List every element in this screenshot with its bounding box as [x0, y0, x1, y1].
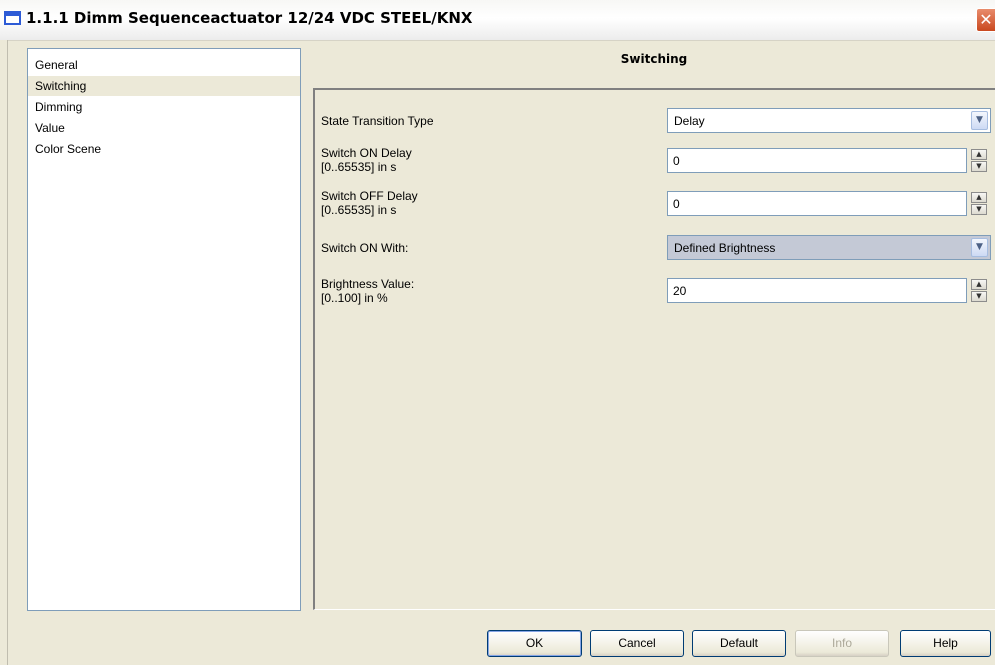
switch-on-delay-value: 0 [673, 154, 680, 168]
close-icon: ✕ [979, 10, 993, 29]
switch-off-delay-label-line1: Switch OFF Delay [321, 189, 418, 203]
state-transition-label: State Transition Type [321, 114, 434, 128]
switch-on-delay-spinner[interactable]: ▲ ▼ [971, 149, 989, 174]
spin-down-icon[interactable]: ▼ [971, 204, 987, 215]
brightness-value-value: 20 [673, 284, 687, 298]
nav-item-general[interactable]: General [28, 55, 300, 75]
chevron-down-icon[interactable]: ▼ [971, 238, 988, 257]
nav-item-color-scene[interactable]: Color Scene [28, 139, 300, 159]
switch-off-delay-spinner[interactable]: ▲ ▼ [971, 192, 989, 217]
brightness-value-input[interactable]: 20 [667, 278, 967, 303]
switch-off-delay-input[interactable]: 0 [667, 191, 967, 216]
switch-off-delay-value: 0 [673, 197, 680, 211]
window-frame-left [0, 40, 8, 665]
nav-item-dimming[interactable]: Dimming [28, 97, 300, 117]
brightness-value-label-line1: Brightness Value: [321, 277, 415, 291]
parameter-nav-list: General Switching Dimming Value Color Sc… [27, 48, 301, 611]
switch-on-with-select[interactable]: Defined Brightness ▼ [667, 235, 991, 260]
info-button[interactable]: Info [795, 630, 889, 657]
window-icon [4, 11, 21, 25]
switch-on-delay-label-line2: [0..65535] in s [321, 160, 397, 174]
state-transition-select[interactable]: Delay ▼ [667, 108, 991, 133]
spin-up-icon[interactable]: ▲ [971, 149, 987, 160]
nav-item-value[interactable]: Value [28, 118, 300, 138]
title-bar: 1.1.1 Dimm Sequenceactuator 12/24 VDC ST… [0, 0, 995, 41]
spin-down-icon[interactable]: ▼ [971, 291, 987, 302]
window-title: 1.1.1 Dimm Sequenceactuator 12/24 VDC ST… [26, 9, 473, 27]
panel-title: Switching [620, 52, 688, 66]
switch-on-delay-input[interactable]: 0 [667, 148, 967, 173]
nav-item-switching[interactable]: Switching [28, 76, 300, 96]
brightness-value-spinner[interactable]: ▲ ▼ [971, 279, 989, 304]
brightness-value-label: Brightness Value: [0..100] in % [321, 277, 414, 305]
switch-on-delay-label-line1: Switch ON Delay [321, 146, 412, 160]
spin-up-icon[interactable]: ▲ [971, 192, 987, 203]
switch-on-with-value: Defined Brightness [674, 241, 776, 255]
close-button[interactable]: ✕ [976, 8, 995, 32]
switch-off-delay-label-line2: [0..65535] in s [321, 203, 397, 217]
chevron-down-icon[interactable]: ▼ [971, 111, 988, 130]
switch-on-delay-label: Switch ON Delay [0..65535] in s [321, 146, 412, 174]
switch-off-delay-label: Switch OFF Delay [0..65535] in s [321, 189, 418, 217]
help-button[interactable]: Help [900, 630, 991, 657]
state-transition-value: Delay [674, 114, 705, 128]
cancel-button[interactable]: Cancel [590, 630, 684, 657]
switch-on-with-label: Switch ON With: [321, 241, 409, 255]
brightness-value-label-line2: [0..100] in % [321, 291, 388, 305]
spin-up-icon[interactable]: ▲ [971, 279, 987, 290]
default-button[interactable]: Default [692, 630, 786, 657]
ok-button[interactable]: OK [487, 630, 582, 657]
spin-down-icon[interactable]: ▼ [971, 161, 987, 172]
